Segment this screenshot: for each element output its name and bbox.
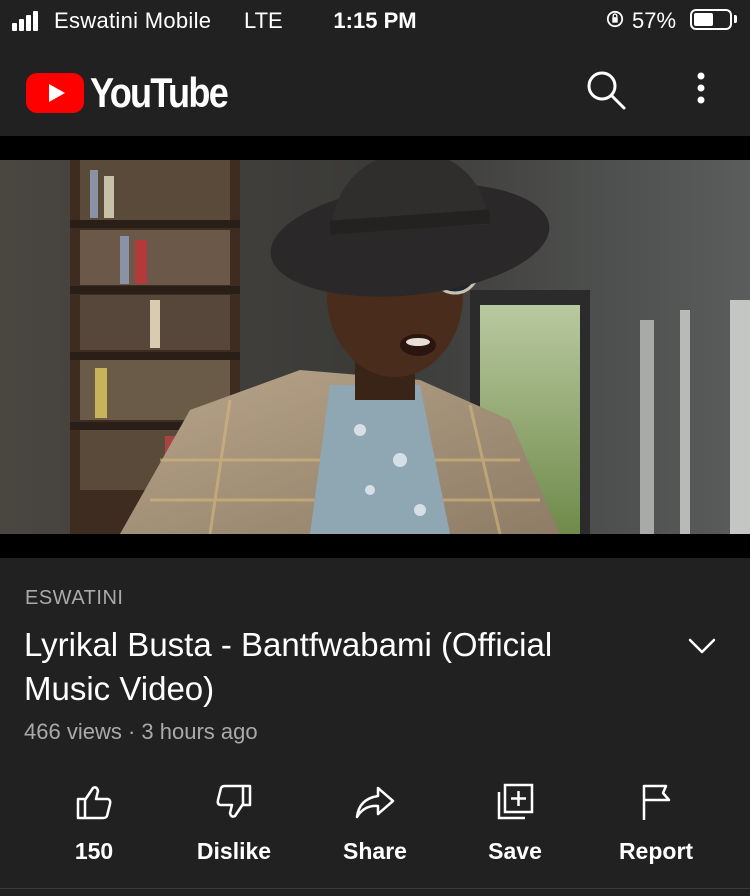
thumbs-down-icon [216, 784, 252, 818]
dislike-button[interactable]: Dislike [164, 778, 304, 878]
like-count: 150 [74, 838, 114, 864]
search-button[interactable] [584, 68, 628, 112]
action-bar: 150 Dislike Share Save Report [0, 778, 750, 878]
view-count: 466 views [24, 719, 122, 744]
youtube-logo[interactable]: YouTube [26, 69, 249, 117]
more-vert-icon [697, 72, 705, 104]
add-to-playlist-icon [497, 783, 534, 820]
battery-icon [690, 9, 732, 30]
dislike-label: Dislike [196, 838, 272, 864]
chevron-down-icon [688, 638, 716, 654]
thumbs-up-icon [76, 786, 112, 820]
flag-icon [642, 784, 671, 820]
search-icon [587, 71, 626, 110]
channel-label[interactable]: ESWATINI [25, 587, 123, 610]
status-bar: Eswatini Mobile LTE 1:15 PM 57% [0, 0, 750, 40]
video-thumbnail [0, 160, 750, 534]
orientation-lock-icon [606, 10, 624, 28]
share-button[interactable]: Share [305, 778, 445, 878]
like-button[interactable]: 150 [24, 778, 164, 878]
more-options-button[interactable] [686, 68, 716, 112]
battery-percent: 57% [632, 8, 677, 33]
save-label: Save [488, 838, 542, 864]
video-meta: 466 views · 3 hours ago [24, 719, 258, 745]
youtube-play-icon [26, 73, 84, 113]
battery-tip [734, 15, 737, 23]
meta-separator: · [127, 719, 136, 744]
video-title[interactable]: Lyrikal Busta - Bantfwabami (Official Mu… [24, 623, 644, 711]
section-divider [0, 888, 750, 889]
upload-time: 3 hours ago [141, 719, 258, 744]
save-button[interactable]: Save [445, 778, 585, 878]
share-arrow-icon [355, 786, 395, 819]
share-label: Share [343, 838, 407, 864]
report-button[interactable]: Report [586, 778, 726, 878]
logo-wordmark: YouTube [90, 69, 229, 116]
report-label: Report [618, 838, 694, 864]
app-header: YouTube [0, 40, 750, 136]
expand-description-button[interactable] [684, 628, 720, 664]
video-player[interactable] [0, 136, 750, 558]
